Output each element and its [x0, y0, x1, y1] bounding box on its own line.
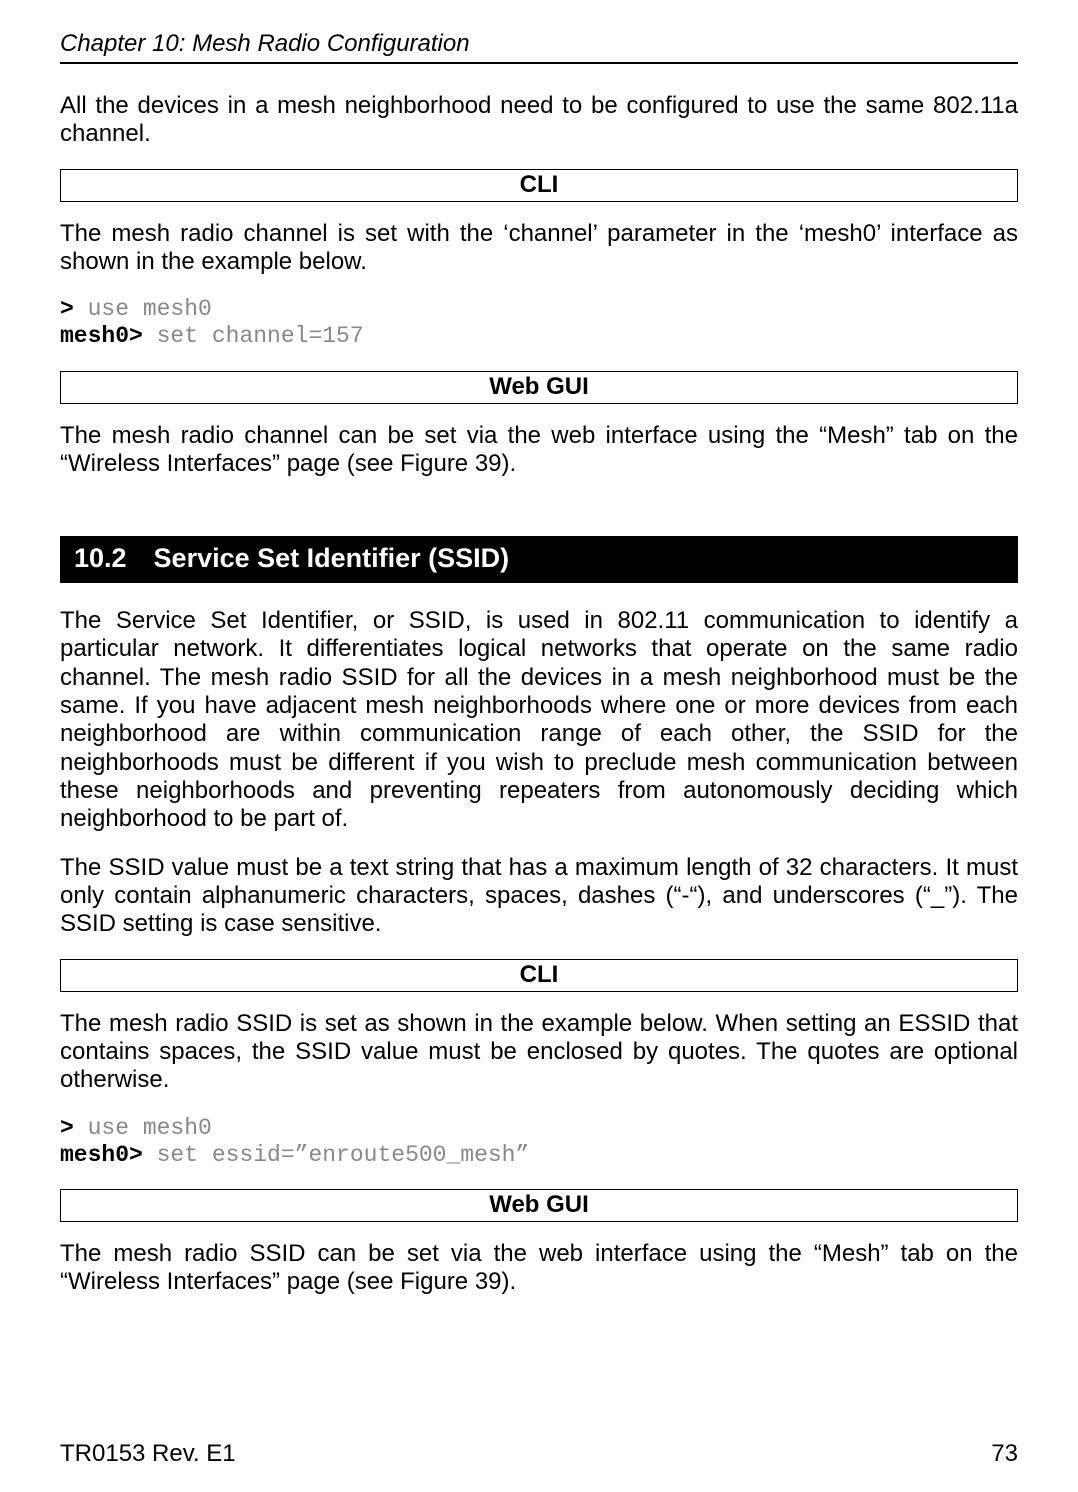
cli-prompt: >	[60, 296, 74, 322]
paragraph-ssid-1: The Service Set Identifier, or SSID, is …	[60, 607, 1018, 834]
cli-prompt: mesh0>	[60, 1142, 143, 1168]
cli-example-2: > use mesh0 mesh0> set essid=”enroute500…	[60, 1115, 1018, 1169]
paragraph-webgui-channel: The mesh radio channel can be set via th…	[60, 422, 1018, 479]
paragraph-cli-channel: The mesh radio channel is set with the ‘…	[60, 220, 1018, 277]
footer-doc-rev: TR0153 Rev. E1	[60, 1440, 236, 1468]
webgui-heading-box-1: Web GUI	[60, 371, 1018, 404]
cli-command: use mesh0	[74, 1115, 212, 1141]
footer-page-number: 73	[991, 1440, 1018, 1468]
paragraph-webgui-ssid: The mesh radio SSID can be set via the w…	[60, 1240, 1018, 1297]
cli-prompt: mesh0>	[60, 323, 143, 349]
paragraph-cli-ssid: The mesh radio SSID is set as shown in t…	[60, 1010, 1018, 1095]
cli-heading-box-2: CLI	[60, 959, 1018, 992]
chapter-header: Chapter 10: Mesh Radio Configuration	[60, 30, 1018, 64]
cli-command: use mesh0	[74, 296, 212, 322]
webgui-heading-box-2: Web GUI	[60, 1189, 1018, 1222]
cli-command: set channel=157	[143, 323, 364, 349]
cli-command: set essid=”enroute500_mesh”	[143, 1142, 529, 1168]
cli-prompt: >	[60, 1115, 74, 1141]
paragraph-intro: All the devices in a mesh neighborhood n…	[60, 92, 1018, 149]
section-heading-10-2: 10.2 Service Set Identifier (SSID)	[60, 536, 1018, 583]
cli-heading-box-1: CLI	[60, 169, 1018, 202]
paragraph-ssid-2: The SSID value must be a text string tha…	[60, 854, 1018, 939]
cli-example-1: > use mesh0 mesh0> set channel=157	[60, 296, 1018, 350]
